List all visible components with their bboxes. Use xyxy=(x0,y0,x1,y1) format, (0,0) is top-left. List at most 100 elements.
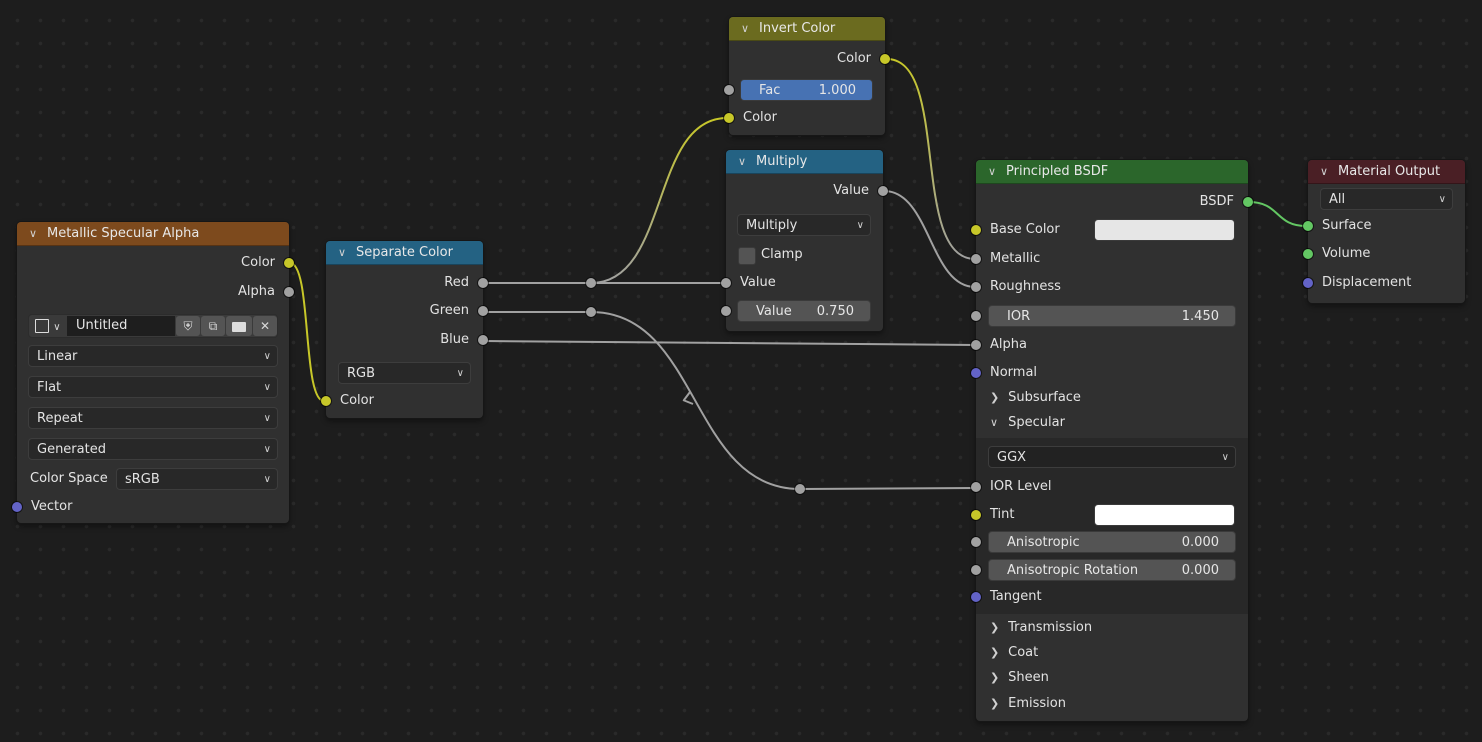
socket-input-color[interactable] xyxy=(321,396,331,406)
panel-subsurface[interactable]: ❯ Subsurface xyxy=(976,386,1248,410)
node-header[interactable]: ∨ Multiply xyxy=(726,150,883,174)
socket-input-tint[interactable] xyxy=(971,510,981,520)
socket-input-anisotropic[interactable] xyxy=(971,537,981,547)
node-separate-color[interactable]: ∨ Separate Color Red Green Blue RGB ∨ Col… xyxy=(321,241,488,418)
output-color: Color xyxy=(17,253,294,273)
interpolation-dropdown[interactable]: Linear ∨ xyxy=(28,345,278,367)
anisotropic-field[interactable]: Anisotropic 0.000 xyxy=(988,531,1236,553)
link-image-color-to-separate-color[interactable] xyxy=(289,262,325,402)
collapse-chevron-icon[interactable]: ∨ xyxy=(986,160,998,183)
collapse-chevron-icon[interactable]: ∨ xyxy=(739,17,751,40)
chevron-right-icon: ❯ xyxy=(990,671,1000,684)
socket-input-ior-level[interactable] xyxy=(971,482,981,492)
node-header[interactable]: ∨ Metallic Specular Alpha xyxy=(17,222,289,246)
socket-input-surface[interactable] xyxy=(1303,221,1313,231)
node-header[interactable]: ∨ Invert Color xyxy=(729,17,885,41)
socket-output-red[interactable] xyxy=(478,278,488,288)
input-volume: Volume xyxy=(1303,244,1465,264)
image-name-field[interactable]: Untitled xyxy=(67,316,175,336)
node-header[interactable]: ∨ Material Output xyxy=(1308,160,1465,184)
socket-input-value-2[interactable] xyxy=(721,306,731,316)
node-title: Metallic Specular Alpha xyxy=(47,226,200,241)
socket-output-blue[interactable] xyxy=(478,335,488,345)
link-reroute-to-invert-color[interactable] xyxy=(590,117,728,284)
panel-coat[interactable]: ❯ Coat xyxy=(976,641,1248,665)
tint-swatch[interactable] xyxy=(1094,504,1235,526)
chevron-down-icon: ∨ xyxy=(263,382,271,393)
input-value: Value xyxy=(721,273,883,293)
distribution-dropdown[interactable]: GGX ∨ xyxy=(988,446,1236,468)
socket-output-green[interactable] xyxy=(478,306,488,316)
link-bsdf-to-surface[interactable] xyxy=(1248,201,1307,227)
socket-input-tangent[interactable] xyxy=(971,592,981,602)
socket-output-color[interactable] xyxy=(284,258,294,268)
fake-user-shield-icon[interactable]: ⛨ xyxy=(176,316,200,336)
socket-input-ior[interactable] xyxy=(971,311,981,321)
node-material-output[interactable]: ∨ Material Output All ∨ Surface Volume Di… xyxy=(1303,160,1465,303)
socket-input-vector[interactable] xyxy=(12,502,22,512)
target-dropdown[interactable]: All ∨ xyxy=(1320,188,1453,210)
anisotropic-rotation-field[interactable]: Anisotropic Rotation 0.000 xyxy=(988,559,1236,581)
socket-input-value-1[interactable] xyxy=(721,278,731,288)
input-vector: Vector xyxy=(12,497,289,517)
socket-input-displacement[interactable] xyxy=(1303,278,1313,288)
unlink-x-icon[interactable]: ✕ xyxy=(253,316,277,336)
chevron-down-icon: ∨ xyxy=(53,322,61,333)
socket-input-fac[interactable] xyxy=(724,85,734,95)
collapse-chevron-icon[interactable]: ∨ xyxy=(27,222,39,245)
clamp-checkbox[interactable] xyxy=(738,247,756,265)
output-red: Red xyxy=(326,273,488,293)
panel-emission[interactable]: ❯ Emission xyxy=(976,692,1248,716)
panel-transmission[interactable]: ❯ Transmission xyxy=(976,616,1248,640)
input-metallic: Metallic xyxy=(971,249,1248,269)
duplicate-icon[interactable]: ⧉ xyxy=(201,316,225,336)
reroute-node-green[interactable] xyxy=(586,307,596,317)
source-dropdown[interactable]: Generated ∨ xyxy=(28,438,278,460)
output-green: Green xyxy=(326,301,488,321)
socket-input-anisotropic-rotation[interactable] xyxy=(971,565,981,575)
link-multiply-to-roughness[interactable] xyxy=(883,190,976,288)
ior-field[interactable]: IOR 1.450 xyxy=(988,305,1236,327)
socket-input-normal[interactable] xyxy=(971,368,981,378)
panel-sheen[interactable]: ❯ Sheen xyxy=(976,666,1248,690)
value-field[interactable]: Value 0.750 xyxy=(737,300,871,322)
link-reroute-to-reroute-lower[interactable] xyxy=(590,311,801,490)
node-header[interactable]: ∨ Principled BSDF xyxy=(976,160,1248,184)
reroute-node-lower[interactable] xyxy=(795,484,805,494)
link-reroute-to-ior-level[interactable] xyxy=(799,487,976,490)
link-invert-to-metallic[interactable] xyxy=(886,58,976,260)
open-folder-icon[interactable] xyxy=(226,316,252,336)
socket-output-color[interactable] xyxy=(880,54,890,64)
color-space-dropdown[interactable]: sRGB ∨ xyxy=(116,468,278,490)
socket-input-base-color[interactable] xyxy=(971,225,981,235)
operation-dropdown[interactable]: Multiply ∨ xyxy=(737,214,871,236)
extension-dropdown[interactable]: Repeat ∨ xyxy=(28,407,278,429)
mode-dropdown[interactable]: RGB ∨ xyxy=(338,362,471,384)
socket-input-volume[interactable] xyxy=(1303,249,1313,259)
projection-dropdown[interactable]: Flat ∨ xyxy=(28,376,278,398)
panel-specular[interactable]: ∨ Specular xyxy=(976,411,1248,435)
collapse-chevron-icon[interactable]: ∨ xyxy=(1318,160,1330,183)
socket-input-color[interactable] xyxy=(724,113,734,123)
output-bsdf: BSDF xyxy=(976,192,1253,212)
collapse-chevron-icon[interactable]: ∨ xyxy=(336,241,348,264)
socket-output-bsdf[interactable] xyxy=(1243,197,1253,207)
node-principled-bsdf[interactable]: ∨ Principled BSDF BSDF Base Color Metall… xyxy=(971,160,1253,721)
input-color: Color xyxy=(724,108,885,128)
socket-input-roughness[interactable] xyxy=(971,282,981,292)
reroute-node-red[interactable] xyxy=(586,278,596,288)
chevron-down-icon: ∨ xyxy=(263,413,271,424)
base-color-swatch[interactable] xyxy=(1094,219,1235,241)
node-multiply[interactable]: ∨ Multiply Value Multiply ∨ Clamp Value V… xyxy=(721,150,888,331)
socket-input-metallic[interactable] xyxy=(971,254,981,264)
fac-field[interactable]: Fac 1.000 xyxy=(740,79,873,101)
collapse-chevron-icon[interactable]: ∨ xyxy=(736,150,748,173)
socket-output-value[interactable] xyxy=(878,186,888,196)
image-browse-button[interactable]: ∨ xyxy=(30,316,66,336)
socket-output-alpha[interactable] xyxy=(284,287,294,297)
socket-input-alpha[interactable] xyxy=(971,340,981,350)
node-image-texture[interactable]: ∨ Metallic Specular Alpha Color Alpha ∨ … xyxy=(12,222,294,523)
node-invert-color[interactable]: ∨ Invert Color Color Fac 1.000 Color xyxy=(724,17,890,135)
link-blue-to-alpha[interactable] xyxy=(483,340,976,346)
node-header[interactable]: ∨ Separate Color xyxy=(326,241,483,265)
